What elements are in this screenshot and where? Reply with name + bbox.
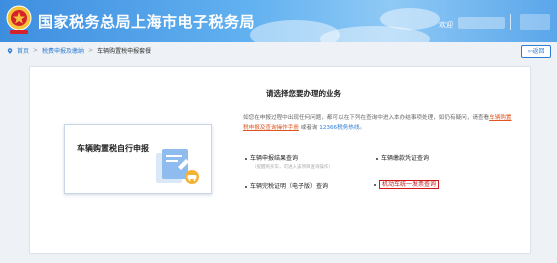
header-divider <box>510 14 511 30</box>
bullet-dot <box>245 185 247 188</box>
breadcrumb-current: 车辆购置税申报套餐 <box>97 48 152 55</box>
site-title: 国家税务总局上海市电子税务局 <box>38 13 256 31</box>
desc-text: 如您在申报过程中出现任何问题，都可以在下列在查询中进入本办结事项处理，如仍有疑问… <box>243 115 490 121</box>
bullet-dot <box>376 157 378 160</box>
option-label: 车辆缴款凭证查询 <box>381 155 430 162</box>
option-tax-certificate-query[interactable]: 车辆完税证明（电子版）查询 <box>245 181 328 190</box>
option-vehicle-invoice-query[interactable]: 机动车统一发票查询 <box>374 179 440 189</box>
option-label: 车辆申报结果查询 <box>250 155 299 162</box>
breadcrumb-separator: > <box>88 47 94 54</box>
back-label: 返回 <box>532 48 545 55</box>
document-car-icon <box>156 149 199 184</box>
bullet-dot <box>245 157 247 160</box>
self-declaration-card[interactable]: 车辆购置税自行申报 <box>64 124 212 194</box>
back-button[interactable]: ⇦返回 <box>521 45 551 58</box>
option-label: 车辆完税证明（电子版）查询 <box>250 183 329 190</box>
user-name-box[interactable] <box>458 17 505 29</box>
page-heading: 请选择您要办理的业务 <box>266 89 341 98</box>
option-payment-voucher-query[interactable]: 车辆缴款凭证查询 <box>376 153 429 162</box>
option-declaration-result-query[interactable]: 车辆申报结果查询 <box>245 153 298 162</box>
welcome-text: 欢迎 <box>439 21 453 29</box>
desc-mid: 或者询 <box>298 125 320 131</box>
hotline-text: 12366税务热线 <box>319 125 360 131</box>
card-title: 车辆购置税自行申报 <box>77 144 149 153</box>
top-header: 国家税务总局上海市电子税务局 欢迎 <box>0 0 557 42</box>
location-pin-icon <box>7 47 13 54</box>
breadcrumb-separator: > <box>33 47 39 54</box>
breadcrumb-tax-filing[interactable]: 税费申报及缴纳 <box>42 46 84 55</box>
option-label-highlighted: 机动车统一发票查询 <box>379 180 440 189</box>
tax-emblem-icon <box>6 5 32 34</box>
header-menu-button[interactable] <box>520 14 550 30</box>
help-description: 如您在申报过程中出现任何问题，都可以在下列在查询中进入本办结事项处理，如仍有疑问… <box>243 113 513 133</box>
desc-end: 。 <box>359 125 366 131</box>
breadcrumb-home[interactable]: 首页 <box>17 46 29 55</box>
bullet-dot <box>374 183 376 186</box>
breadcrumb: 首页 > 税费申报及缴纳 > 车辆购置税申报套餐 <box>7 46 151 55</box>
option-hint: （提醒购买车，可进入该项目查询操作） <box>252 165 333 170</box>
